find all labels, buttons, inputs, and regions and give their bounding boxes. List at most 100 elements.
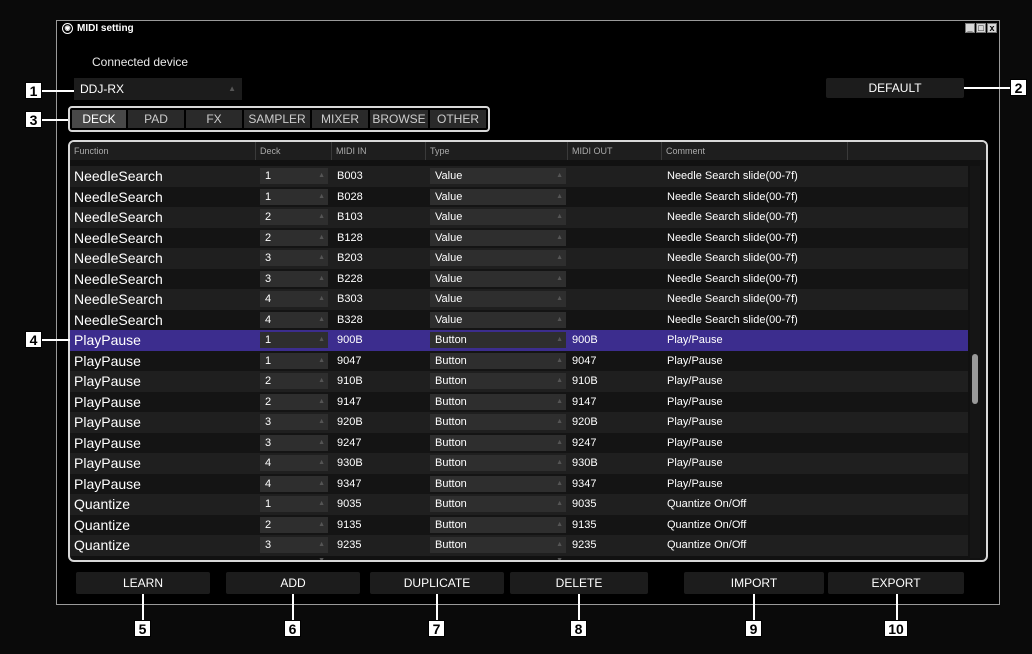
deck-select[interactable]: 1▲▼ — [260, 352, 328, 380]
learn-button[interactable]: LEARN — [76, 572, 210, 594]
tab-fx[interactable]: FX — [186, 110, 242, 128]
cell-midi-out: 910B — [572, 375, 598, 387]
table-row[interactable]: NeedleSearch 4▲▼ B303 Value▲▼ Needle Search … — [70, 289, 968, 318]
type-value: Value — [435, 231, 463, 244]
deck-select[interactable]: 1▲▼ — [260, 332, 328, 359]
deck-select[interactable]: 2▲▼ — [260, 229, 328, 257]
delete-button[interactable]: DELETE — [510, 572, 648, 594]
table-row[interactable]: NeedleSearch 4▲▼ B328 Value▲▼ Needle Search … — [70, 309, 968, 339]
table-row[interactable]: PlayPause 4▲▼ 9347 Button▲▼ 9347 Play/Pause — [70, 473, 968, 503]
type-value: Value — [435, 293, 463, 305]
callout-line-2 — [964, 87, 1010, 89]
deck-select[interactable]: 3▲▼ — [260, 270, 328, 298]
deck-select[interactable]: 2▲▼ — [260, 209, 328, 236]
type-select[interactable]: Value▲▼ — [430, 250, 566, 277]
deck-select[interactable]: 3▲▼ — [260, 537, 328, 560]
cell-comment: Quantize On/Off — [667, 498, 747, 510]
type-select[interactable]: Button▲▼ — [430, 373, 566, 400]
deck-select[interactable]: 1▲▼ — [260, 496, 328, 523]
type-select[interactable]: Value▲▼ — [430, 311, 566, 339]
vertical-scrollbar[interactable] — [970, 166, 980, 558]
type-value: Button — [435, 436, 467, 449]
type-select[interactable]: Value▲▼ — [430, 188, 566, 216]
deck-select[interactable]: 3▲▼ — [260, 250, 328, 277]
tab-pad[interactable]: PAD — [128, 110, 184, 128]
cell-function: NeedleSearch — [74, 250, 163, 266]
table-row[interactable]: NeedleSearch 3▲▼ B203 Value▲▼ Needle Search … — [70, 248, 968, 277]
header-midi-out[interactable]: MIDI OUT — [568, 142, 662, 160]
header-function[interactable]: Function — [70, 142, 256, 160]
table-row[interactable]: PlayPause 1▲▼ 9047 Button▲▼ 9047 Play/Pause — [70, 350, 968, 380]
tab-deck[interactable]: DECK — [72, 110, 126, 128]
table-row[interactable]: PlayPause 3▲▼ 9247 Button▲▼ 9247 Play/Pause — [70, 432, 968, 462]
deck-value: 3 — [265, 416, 272, 428]
table-row[interactable]: NeedleSearch 1▲▼ B003 Value▲▼ Needle Search … — [70, 166, 968, 195]
deck-select[interactable]: 2▲▼ — [260, 393, 328, 421]
deck-select[interactable]: 1▲▼ — [260, 168, 328, 195]
type-value: Button — [435, 354, 467, 367]
cell-function: PlayPause — [74, 393, 141, 410]
callout-2: 2 — [1010, 79, 1027, 96]
table-row[interactable]: PlayPause 3▲▼ 920B Button▲▼ 920B Play/Pause — [70, 412, 968, 441]
type-select[interactable]: Value▲▼ — [430, 229, 566, 257]
type-select[interactable]: Button▲▼ — [430, 475, 566, 503]
tab-mixer[interactable]: MIXER — [312, 110, 368, 128]
type-select[interactable]: Value▲▼ — [430, 291, 566, 318]
table-row[interactable]: Quantize 2▲▼ 9135 Button▲▼ 9135 Quantize On/O… — [70, 514, 968, 544]
type-select[interactable]: Value▲▼ — [430, 168, 566, 195]
cell-function: NeedleSearch — [74, 188, 163, 205]
table-row[interactable]: NeedleSearch 2▲▼ B128 Value▲▼ Needle Search … — [70, 227, 968, 257]
table-row[interactable]: NeedleSearch 2▲▼ B103 Value▲▼ Needle Search … — [70, 207, 968, 236]
header-deck[interactable]: Deck — [256, 142, 332, 160]
type-select[interactable]: Button▲▼ — [430, 455, 566, 482]
import-button[interactable]: IMPORT — [684, 572, 824, 594]
type-select[interactable]: Button▲▼ — [430, 332, 566, 359]
minimize-button[interactable]: _ — [965, 23, 975, 33]
deck-select[interactable]: 4▲▼ — [260, 455, 328, 482]
deck-select[interactable]: 3▲▼ — [260, 414, 328, 441]
default-button[interactable]: DEFAULT — [826, 78, 964, 98]
type-select[interactable]: Button▲▼ — [430, 496, 566, 523]
table-row[interactable]: NeedleSearch 1▲▼ B028 Value▲▼ Needle Search … — [70, 186, 968, 216]
cell-midi-in: 9235 — [337, 539, 362, 551]
type-select[interactable]: Button▲▼ — [430, 352, 566, 380]
add-button[interactable]: ADD — [226, 572, 360, 594]
table-row[interactable]: Quantize 1▲▼ 9035 Button▲▼ 9035 Quantize On/O… — [70, 494, 968, 523]
deck-select[interactable]: 4▲▼ — [260, 311, 328, 339]
type-select[interactable]: Value▲▼ — [430, 209, 566, 236]
export-button[interactable]: EXPORT — [828, 572, 964, 594]
type-select[interactable]: Button▲▼ — [430, 414, 566, 441]
deck-select[interactable]: 2▲▼ — [260, 516, 328, 544]
deck-value: 2 — [265, 518, 272, 531]
deck-value: 3 — [265, 272, 272, 285]
table-row[interactable]: PlayPause 2▲▼ 9147 Button▲▼ 9147 Play/Pause — [70, 391, 968, 421]
type-select[interactable]: Button▲▼ — [430, 537, 566, 560]
table-row[interactable]: Quantize 3 ▲ ▼ 9235 Button ▲ ▼ 9235 Quantize On/O… — [70, 535, 968, 560]
tab-other[interactable]: OTHER — [430, 110, 486, 128]
header-comment[interactable]: Comment — [662, 142, 848, 160]
table-row[interactable]: PlayPause 1▲▼ 900B Button▲▼ 900B Play/Pause — [70, 330, 968, 359]
close-button[interactable]: x — [987, 23, 997, 33]
table-row[interactable]: PlayPause 2▲▼ 910B Button▲▼ 910B Play/Pause — [70, 371, 968, 400]
type-select[interactable]: Value▲▼ — [430, 270, 566, 298]
scrollbar-thumb[interactable] — [972, 354, 978, 404]
table-row[interactable]: PlayPause 4▲▼ 930B Button▲▼ 930B Play/Pause — [70, 453, 968, 482]
deck-select[interactable]: 2▲▼ — [260, 373, 328, 400]
maximize-button[interactable]: □ — [976, 23, 986, 33]
type-select[interactable]: Button▲▼ — [430, 516, 566, 544]
table-row[interactable]: NeedleSearch 3▲▼ B228 Value▲▼ Needle Search … — [70, 268, 968, 298]
tab-sampler[interactable]: SAMPLER — [244, 110, 310, 128]
tab-browse[interactable]: BROWSE — [370, 110, 428, 128]
deck-select[interactable]: 4▲▼ — [260, 475, 328, 503]
deck-select[interactable]: 1▲▼ — [260, 188, 328, 216]
type-select[interactable]: Button▲▼ — [430, 393, 566, 421]
header-type[interactable]: Type — [426, 142, 568, 160]
header-midi-in[interactable]: MIDI IN — [332, 142, 426, 160]
cell-comment: Play/Pause — [667, 354, 723, 367]
deck-select[interactable]: 3▲▼ — [260, 434, 328, 462]
type-select[interactable]: Button▲▼ — [430, 434, 566, 462]
deck-select[interactable]: 4▲▼ — [260, 291, 328, 318]
cell-comment: Play/Pause — [667, 375, 723, 387]
duplicate-button[interactable]: DUPLICATE — [370, 572, 504, 594]
device-select[interactable]: DDJ-RX ▲▼ — [74, 78, 242, 115]
